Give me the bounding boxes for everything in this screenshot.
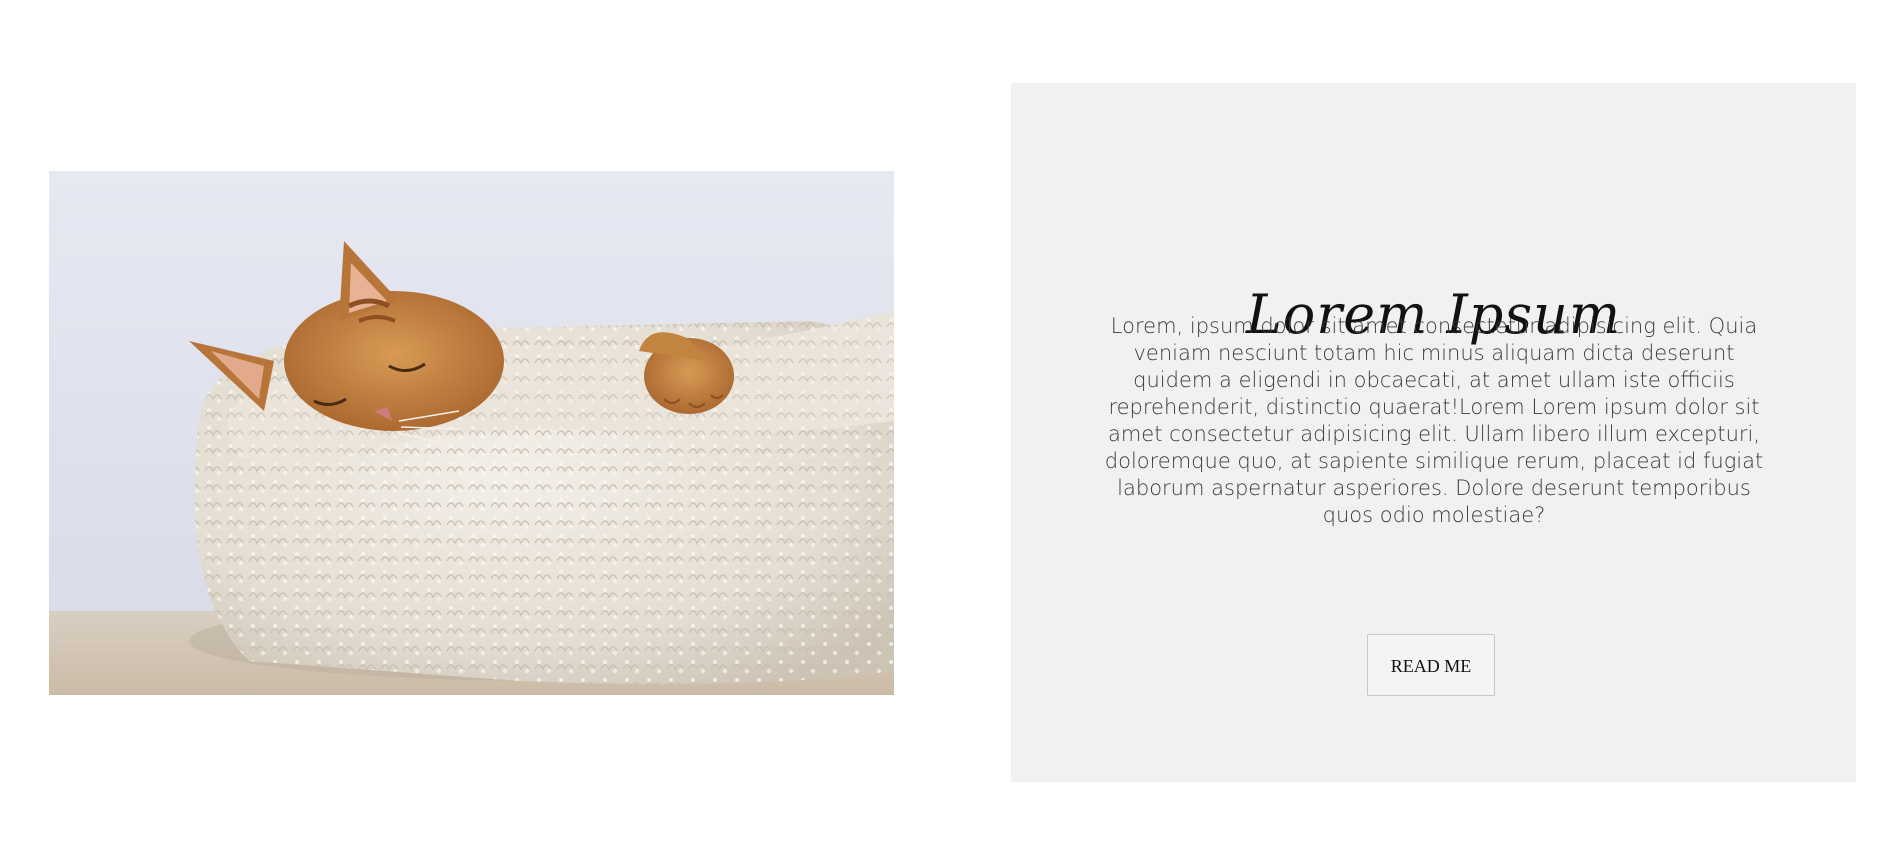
content-card: Lorem Ipsum Lorem, ipsum dolor sit amet … (1011, 83, 1856, 782)
cat-photo-illustration (49, 171, 894, 695)
read-me-button[interactable]: READ ME (1367, 634, 1495, 696)
card-body-text: Lorem, ipsum dolor sit amet consectetur … (1104, 314, 1764, 527)
cat-photo (49, 171, 894, 695)
